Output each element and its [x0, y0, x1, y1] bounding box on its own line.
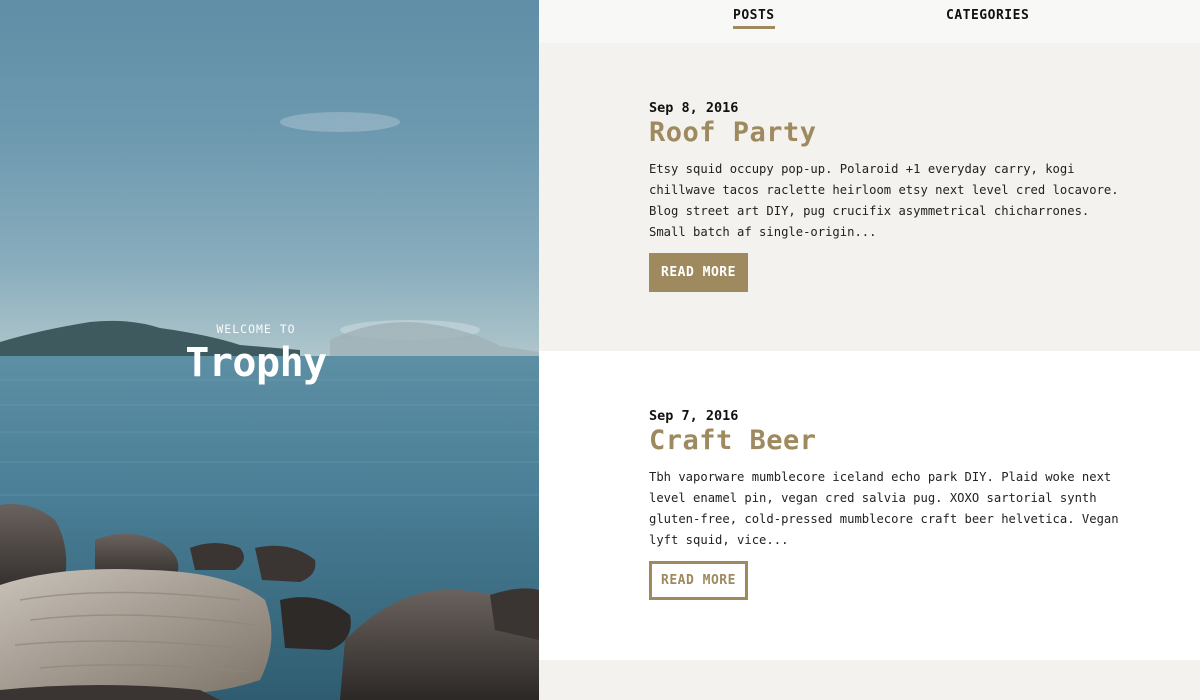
post-card: Sep 8, 2016 Roof Party Etsy squid occupy… — [539, 43, 1200, 351]
top-nav: POSTS CATEGORIES — [539, 0, 1200, 43]
post-card: Sep 7, 2016 Craft Beer Tbh vaporware mum… — [539, 351, 1200, 660]
hero-text-block: WELCOME TO Trophy — [0, 322, 512, 386]
main-content: POSTS CATEGORIES Sep 8, 2016 Roof Party … — [539, 0, 1200, 700]
post-excerpt: Tbh vaporware mumblecore iceland echo pa… — [649, 470, 1119, 547]
read-more-button[interactable]: READ MORE — [649, 253, 748, 292]
site-title[interactable]: Trophy — [0, 340, 512, 386]
nav-posts-link[interactable]: POSTS — [733, 8, 775, 29]
page: WELCOME TO Trophy POSTS CATEGORIES Sep 8… — [0, 0, 1200, 700]
post-title[interactable]: Craft Beer — [649, 425, 1200, 456]
read-more-button[interactable]: READ MORE — [649, 561, 748, 600]
hero-kicker: WELCOME TO — [216, 322, 296, 336]
post-date: Sep 7, 2016 — [649, 408, 739, 424]
post-excerpt: Etsy squid occupy pop-up. Polaroid +1 ev… — [649, 162, 1119, 239]
post-date: Sep 8, 2016 — [649, 100, 739, 116]
nav-categories-link[interactable]: CATEGORIES — [946, 8, 1029, 26]
post-title[interactable]: Roof Party — [649, 117, 1200, 148]
hero-panel: WELCOME TO Trophy — [0, 0, 539, 700]
post-card-next — [539, 660, 1200, 700]
